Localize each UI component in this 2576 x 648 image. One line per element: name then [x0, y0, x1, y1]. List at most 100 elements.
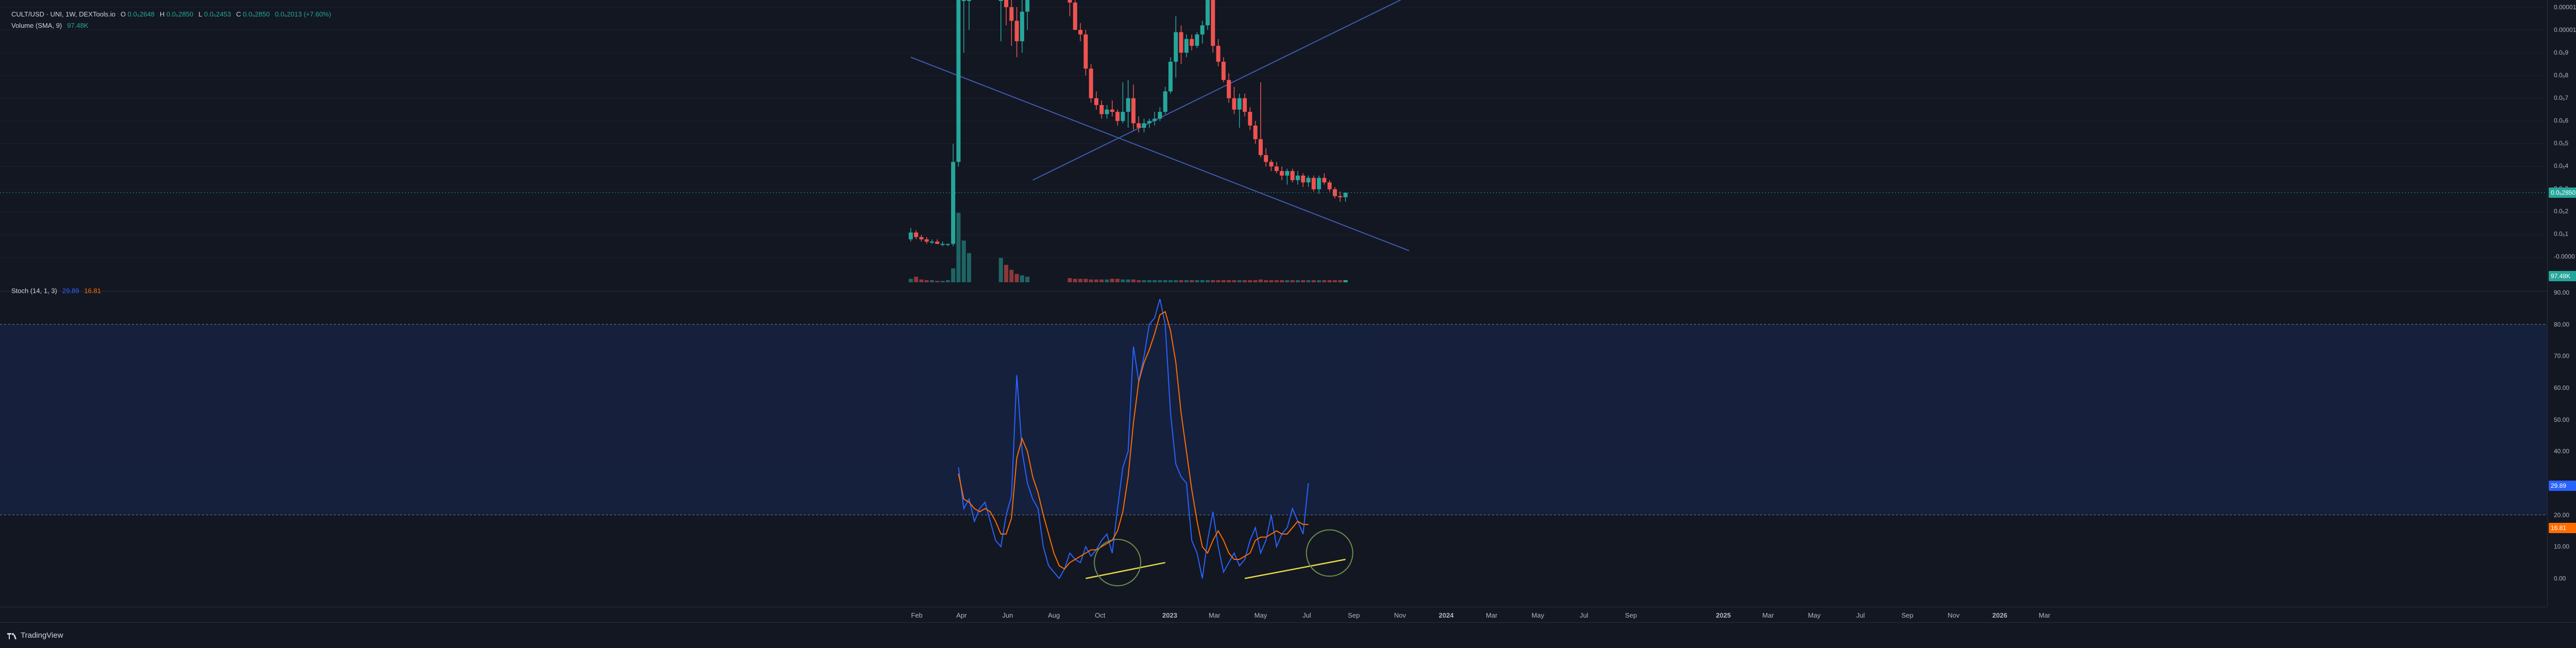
candle-body[interactable]	[1327, 182, 1332, 190]
candle-body[interactable]	[1243, 98, 1247, 112]
candle-body[interactable]	[914, 232, 919, 237]
trendline-1[interactable]	[910, 57, 1410, 251]
candle-body[interactable]	[1126, 98, 1130, 112]
candle-body[interactable]	[935, 242, 940, 244]
candle-body[interactable]	[1248, 112, 1252, 126]
candle-body[interactable]	[1078, 30, 1083, 35]
candle-body[interactable]	[1221, 61, 1226, 80]
candle-body[interactable]	[1216, 45, 1221, 62]
candle-body[interactable]	[1338, 196, 1343, 197]
candle-body[interactable]	[1280, 171, 1284, 176]
candle-body[interactable]	[998, 0, 1003, 1]
candle-body[interactable]	[940, 244, 945, 245]
symbol-title[interactable]: CULT/USD · UNI, 1W, DEXTools.io	[11, 10, 115, 18]
candle-body[interactable]	[945, 244, 950, 245]
candle-body[interactable]	[1110, 109, 1114, 112]
price-tick-label: -0.0000	[2554, 253, 2575, 260]
divergence-circle-2[interactable]	[1306, 529, 1353, 577]
time-tick-label: 2026	[1992, 611, 2008, 619]
candle-body[interactable]	[1168, 61, 1173, 92]
volume-bar	[1073, 279, 1077, 282]
footer-bar: TradingView	[0, 622, 2576, 648]
candle-body[interactable]	[1269, 162, 1274, 167]
candle-body[interactable]	[1190, 39, 1194, 46]
stoch-legend-label[interactable]: Stoch (14, 1, 3)	[11, 287, 57, 295]
candle-body[interactable]	[1285, 171, 1290, 176]
candle-body[interactable]	[1004, 0, 1009, 7]
volume-bar	[1105, 279, 1109, 282]
candle-body[interactable]	[1137, 123, 1141, 128]
candle-body[interactable]	[1301, 175, 1306, 183]
candle-body[interactable]	[1232, 98, 1236, 110]
candle-body[interactable]	[961, 0, 966, 1]
time-tick-label: Jun	[1002, 611, 1013, 619]
candle-body[interactable]	[1158, 112, 1162, 119]
candle-body[interactable]	[1174, 32, 1178, 62]
volume-bar	[1232, 280, 1236, 282]
candle-body[interactable]	[1264, 155, 1268, 162]
candle-body[interactable]	[1020, 11, 1024, 42]
stoch-legend: Stoch (14, 1, 3) 29.89 16.81	[11, 287, 101, 295]
divergence-line-1[interactable]	[1086, 561, 1165, 579]
candle-body[interactable]	[1067, 0, 1072, 3]
candle-body[interactable]	[1227, 80, 1231, 98]
volume-bar	[1211, 280, 1215, 282]
time-tick-label: Jul	[1856, 611, 1865, 619]
candle-body[interactable]	[1025, 0, 1030, 12]
volume-bar	[961, 241, 966, 282]
candle-body[interactable]	[1153, 118, 1157, 121]
candle-body[interactable]	[1290, 171, 1295, 180]
candle-body[interactable]	[1115, 112, 1120, 121]
divergence-circle-1[interactable]	[1094, 539, 1142, 587]
candle-body[interactable]	[1237, 98, 1242, 110]
candle-body[interactable]	[1317, 178, 1321, 190]
price-axis[interactable]: 0.00001100 0.00001000 0.0₅9 0.0₅8 0.0₅7 0.0₅6…	[2547, 0, 2576, 607]
candle-body[interactable]	[1083, 34, 1088, 69]
volume-bar	[956, 213, 961, 282]
candle-body[interactable]	[1131, 98, 1136, 124]
candle-body[interactable]	[919, 237, 924, 240]
volume-bar	[1083, 279, 1088, 282]
candle-body[interactable]	[908, 232, 913, 240]
candle-body[interactable]	[1258, 139, 1263, 156]
candle-body[interactable]	[967, 0, 971, 1]
candle-body[interactable]	[1073, 3, 1077, 30]
candle-body[interactable]	[1163, 91, 1167, 112]
candle-body[interactable]	[956, 0, 961, 162]
time-tick-label: 2024	[1438, 611, 1454, 619]
candle-body[interactable]	[1184, 39, 1189, 53]
stochastic-pane[interactable]	[0, 292, 2547, 607]
divergence-line-2[interactable]	[1244, 558, 1346, 579]
candle-body[interactable]	[1200, 25, 1205, 35]
candle-body[interactable]	[951, 162, 956, 244]
candle-body[interactable]	[929, 242, 934, 243]
stoch-d-tag: 16.81	[2549, 523, 2576, 533]
candle-body[interactable]	[1295, 175, 1300, 180]
candle-body[interactable]	[1089, 69, 1093, 98]
candle-body[interactable]	[1094, 98, 1098, 105]
candle-body[interactable]	[1343, 193, 1348, 197]
candle-body[interactable]	[1311, 178, 1316, 190]
candle-body[interactable]	[1195, 34, 1199, 46]
candle-body[interactable]	[1253, 125, 1258, 140]
tradingview-logo[interactable]: TradingView	[7, 631, 63, 640]
candle-body[interactable]	[1142, 123, 1146, 128]
candle-body[interactable]	[1206, 0, 1210, 26]
price-pane[interactable]	[0, 0, 2547, 291]
candle-body[interactable]	[1009, 7, 1014, 21]
candle-body[interactable]	[1274, 166, 1279, 172]
volume-bar	[1137, 280, 1141, 282]
time-axis[interactable]: Feb Apr Jun Aug Oct 2023 Mar May Jul Sep Nov 2024 Ma…	[0, 607, 2547, 623]
candle-body[interactable]	[1014, 21, 1019, 42]
candle-body[interactable]	[1211, 0, 1215, 46]
candle-body[interactable]	[924, 239, 929, 242]
candle-body[interactable]	[1121, 112, 1125, 121]
volume-legend-label[interactable]: Volume (SMA, 9)	[11, 22, 62, 29]
candle-body[interactable]	[1179, 32, 1183, 53]
volume-bar	[1274, 280, 1279, 282]
candle-body[interactable]	[1105, 109, 1109, 114]
candle-body[interactable]	[1322, 178, 1327, 183]
candle-body[interactable]	[1099, 105, 1104, 114]
candle-body[interactable]	[1306, 178, 1311, 183]
candle-body[interactable]	[1147, 121, 1151, 124]
